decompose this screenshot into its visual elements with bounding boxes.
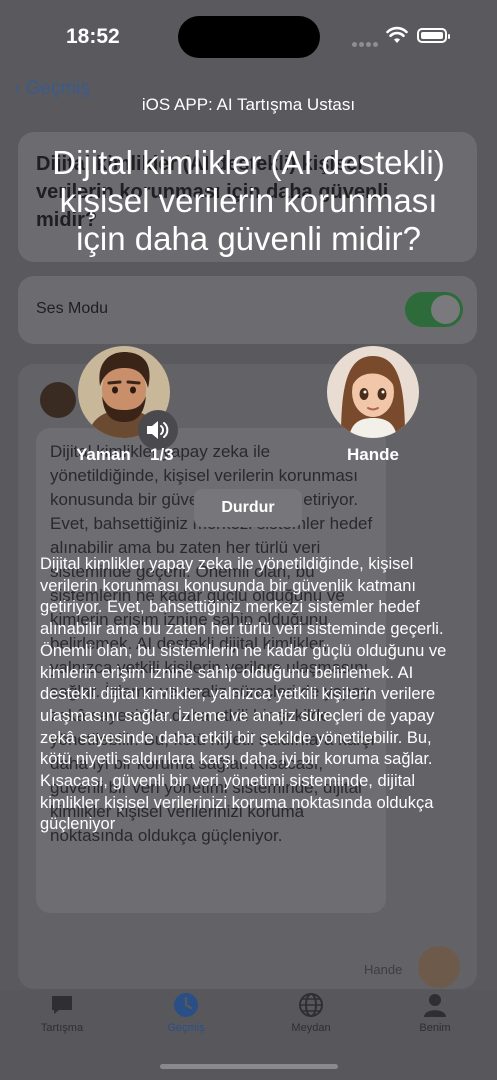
speech-transcript: Dijital kimlikler yapay zeka ile yönetil… (40, 555, 447, 834)
stop-button[interactable]: Durdur (194, 489, 302, 527)
avatar (418, 946, 460, 988)
tab-history[interactable]: Geçmiş (136, 992, 236, 1034)
chat-bubble-icon (52, 996, 72, 1014)
tab-profile[interactable]: Benim (385, 992, 485, 1034)
globe-icon (299, 993, 323, 1017)
tab-label: Tartışma (40, 1022, 84, 1034)
battery-icon (417, 28, 450, 43)
turn-counter: 1/3 (150, 445, 174, 464)
wifi-icon (386, 26, 408, 43)
tab-label: Geçmiş (167, 1022, 205, 1034)
hande-label: Hande (364, 962, 403, 977)
debate-topic: Dijital kimlikler (AI destekli) kişisel … (52, 144, 445, 257)
app-title: iOS APP: AI Tartışma Ustası (141, 95, 356, 114)
hande-avatar (327, 346, 419, 438)
tab-label: Meydan (291, 1022, 331, 1034)
status-time: 18:52 (66, 25, 120, 48)
person-icon (424, 994, 446, 1017)
speaker-left-name: Yaman (76, 445, 131, 464)
speaker-indicator (138, 410, 178, 450)
signal-icon (352, 34, 380, 52)
tab-debate[interactable]: Tartışma (12, 992, 112, 1034)
avatar (40, 382, 76, 418)
clock-icon (174, 993, 198, 1017)
tab-label: Benim (419, 1022, 451, 1034)
speaker-right-name: Hande (347, 445, 399, 464)
voice-mode-label: Ses Modu (36, 300, 109, 317)
speaker-icon (147, 421, 169, 439)
home-indicator (160, 1064, 338, 1069)
tab-arena[interactable]: Meydan (261, 992, 361, 1034)
dynamic-island (178, 16, 320, 58)
voice-mode-toggle[interactable] (405, 292, 463, 327)
